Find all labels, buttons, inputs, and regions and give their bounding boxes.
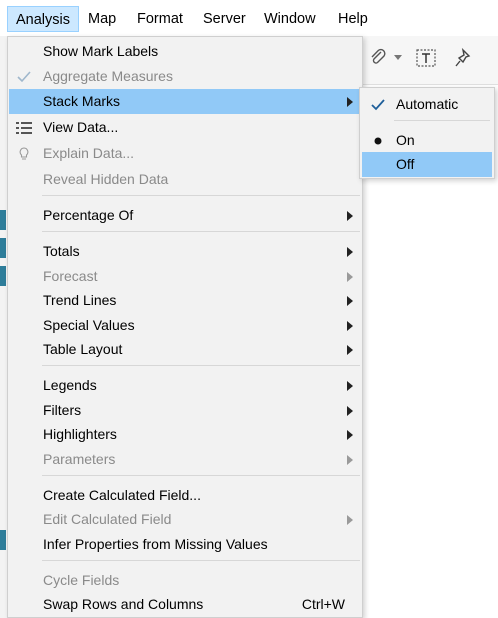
menu-item-reveal-hidden-data: Reveal Hidden Data (9, 167, 361, 192)
submenu-item-label: On (396, 132, 415, 148)
menu-format[interactable]: Format (129, 6, 191, 32)
chevron-down-icon[interactable] (392, 46, 404, 70)
lightbulb-icon (13, 141, 35, 166)
submenu-arrow-icon (347, 345, 353, 355)
menu-item-label: Edit Calculated Field (43, 511, 172, 527)
check-icon (13, 64, 35, 89)
menu-item-edit-calculated-field: Edit Calculated Field (9, 507, 361, 532)
stack-marks-submenu: Automatic On Off (359, 87, 495, 179)
menu-item-forecast: Forecast (9, 264, 361, 289)
menu-separator (42, 365, 360, 366)
submenu-arrow-icon (347, 97, 353, 107)
submenu-arrow-icon (347, 272, 353, 282)
submenu-item-on[interactable]: On (362, 128, 492, 153)
menu-item-label: Infer Properties from Missing Values (43, 536, 268, 552)
menu-item-label: Forecast (43, 268, 98, 284)
menu-item-label: Cycle Fields (43, 572, 120, 588)
menu-item-label: Trend Lines (43, 292, 117, 308)
menu-item-label: Table Layout (43, 341, 123, 357)
menu-item-create-calculated-field[interactable]: Create Calculated Field... (9, 483, 361, 508)
menu-item-show-mark-labels[interactable]: Show Mark Labels (9, 39, 361, 64)
menu-item-label: Parameters (43, 451, 116, 467)
submenu-item-label: Automatic (396, 96, 459, 112)
menu-item-parameters: Parameters (9, 447, 361, 472)
menu-analysis[interactable]: Analysis (7, 6, 79, 32)
menu-server[interactable]: Server (195, 6, 254, 32)
menu-separator (42, 475, 360, 476)
submenu-arrow-icon (347, 296, 353, 306)
menu-help[interactable]: Help (330, 6, 376, 32)
menu-item-label: Reveal Hidden Data (43, 171, 169, 187)
menu-item-label: Explain Data... (43, 145, 135, 161)
menu-item-infer-properties[interactable]: Infer Properties from Missing Values (9, 532, 361, 557)
menu-item-explain-data: Explain Data... (9, 141, 361, 166)
menu-item-label: Filters (43, 402, 82, 418)
menu-item-trend-lines[interactable]: Trend Lines (9, 288, 361, 313)
submenu-arrow-icon (347, 455, 353, 465)
shelf-pill (0, 238, 6, 258)
menu-item-filters[interactable]: Filters (9, 398, 361, 423)
menu-item-label: Aggregate Measures (43, 68, 173, 84)
submenu-item-off[interactable]: Off (362, 152, 492, 177)
menu-item-special-values[interactable]: Special Values (9, 313, 361, 338)
menu-item-percentage-of[interactable]: Percentage Of (9, 203, 361, 228)
check-icon (366, 92, 390, 117)
menu-map[interactable]: Map (80, 6, 124, 32)
analysis-menu: Show Mark Labels Aggregate Measures Stac… (7, 36, 363, 618)
table-grid-icon (13, 115, 35, 140)
shelf-pill (0, 210, 6, 230)
submenu-arrow-icon (347, 211, 353, 221)
submenu-item-label: Off (396, 156, 415, 172)
menu-item-shortcut: Ctrl+W (301, 596, 345, 612)
submenu-arrow-icon (347, 381, 353, 391)
submenu-arrow-icon (347, 247, 353, 257)
menu-item-cycle-fields: Cycle Fields (9, 568, 361, 593)
menu-separator (394, 120, 490, 121)
menu-bar: Analysis Map Format Server Window Help (0, 0, 498, 37)
menu-item-swap-rows-columns[interactable]: Swap Rows and Columns Ctrl+W (9, 592, 361, 617)
submenu-arrow-icon (347, 321, 353, 331)
menu-item-view-data[interactable]: View Data... (9, 115, 361, 140)
menu-separator (42, 560, 360, 561)
menu-item-table-layout[interactable]: Table Layout (9, 337, 361, 362)
menu-item-label: Swap Rows and Columns (43, 596, 204, 612)
menu-item-stack-marks[interactable]: Stack Marks (9, 89, 361, 114)
menu-item-label: Create Calculated Field... (43, 487, 201, 503)
menu-item-label: Highlighters (43, 426, 117, 442)
menu-separator (42, 231, 360, 232)
radio-dot-icon (366, 128, 390, 153)
shelf-pill (0, 266, 6, 286)
menu-separator (42, 195, 360, 196)
submenu-arrow-icon (347, 406, 353, 416)
shelf-pill (0, 530, 6, 550)
menu-item-legends[interactable]: Legends (9, 373, 361, 398)
menu-item-label: Show Mark Labels (43, 43, 159, 59)
menu-window[interactable]: Window (256, 6, 324, 32)
pin-icon[interactable] (452, 46, 476, 70)
text-box-icon[interactable] (414, 46, 438, 70)
attach-icon[interactable] (366, 46, 390, 70)
menu-item-label: Percentage Of (43, 207, 134, 223)
menu-item-highlighters[interactable]: Highlighters (9, 422, 361, 447)
menu-item-totals[interactable]: Totals (9, 239, 361, 264)
menu-item-label: Legends (43, 377, 97, 393)
menu-item-label: View Data... (43, 119, 119, 135)
menu-item-aggregate-measures: Aggregate Measures (9, 64, 361, 89)
submenu-arrow-icon (347, 430, 353, 440)
submenu-item-automatic[interactable]: Automatic (362, 92, 492, 117)
menu-item-label: Special Values (43, 317, 135, 333)
submenu-arrow-icon (347, 515, 353, 525)
menu-item-label: Stack Marks (43, 93, 121, 109)
menu-item-label: Totals (43, 243, 80, 259)
